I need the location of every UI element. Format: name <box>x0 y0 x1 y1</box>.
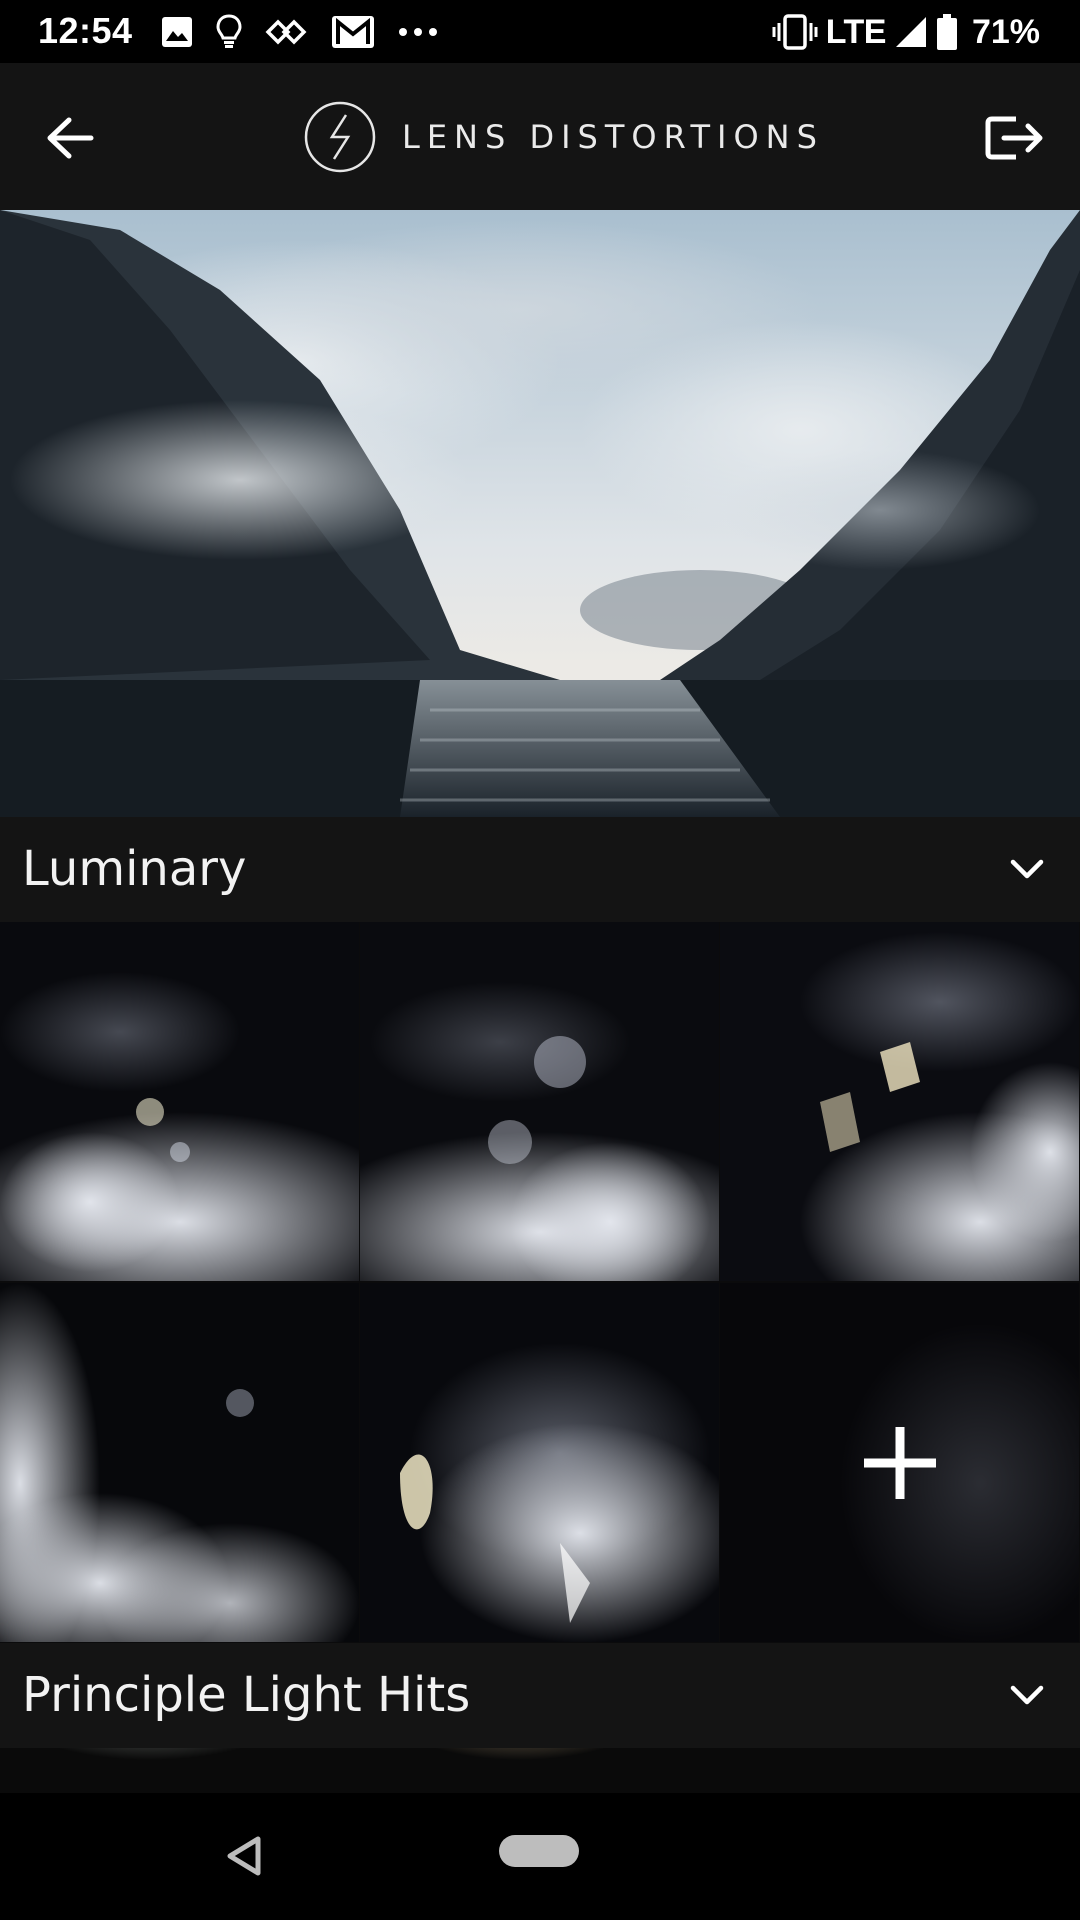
back-button[interactable] <box>40 108 100 168</box>
effect-tile[interactable] <box>0 922 359 1281</box>
section-title: Principle Light Hits <box>22 1667 471 1723</box>
gmail-icon <box>332 16 374 48</box>
vibrate-icon <box>772 14 818 50</box>
lightbulb-icon <box>216 14 242 48</box>
effect-tile[interactable] <box>0 1283 359 1642</box>
image-icon <box>162 17 192 47</box>
link-icon <box>265 19 307 45</box>
plus-icon <box>863 1426 936 1499</box>
section-header-principle-light-hits[interactable]: Principle Light Hits <box>0 1643 1080 1748</box>
effects-grid-peek <box>0 1748 1080 1793</box>
effect-preview <box>0 1283 359 1642</box>
status-bar: 12:54 LTE 71% <box>0 0 1080 63</box>
system-nav-bar <box>0 1793 1080 1920</box>
arrow-left-icon <box>47 117 94 159</box>
effect-tile[interactable] <box>360 922 719 1281</box>
preview-image[interactable] <box>0 210 1080 817</box>
effect-preview <box>720 922 1079 1281</box>
chevron-down-icon[interactable] <box>1004 847 1050 893</box>
home-pill[interactable] <box>499 1835 579 1867</box>
network-type: LTE <box>825 12 887 51</box>
export-icon <box>985 116 1043 160</box>
battery-icon <box>936 14 957 50</box>
section-header-luminary[interactable]: Luminary <box>0 817 1080 922</box>
effect-preview <box>0 922 359 1281</box>
battery-percent: 71% <box>971 12 1040 51</box>
status-right: LTE 71% <box>772 10 1040 54</box>
nav-back-icon[interactable] <box>220 1831 270 1881</box>
export-button[interactable] <box>980 105 1050 171</box>
effect-tile[interactable] <box>720 922 1079 1281</box>
app-title: LENS DISTORTIONS <box>402 118 824 156</box>
effect-preview <box>360 922 719 1281</box>
effect-preview <box>0 1748 1080 1793</box>
lens-distortions-logo-icon <box>304 101 376 173</box>
app-bar: LENS DISTORTIONS <box>0 63 1080 210</box>
effects-grid <box>0 922 1080 1643</box>
notification-icons <box>160 12 438 52</box>
fjord-photo <box>0 210 1080 817</box>
section-title: Luminary <box>22 841 247 897</box>
brand: LENS DISTORTIONS <box>304 101 824 173</box>
effect-tile[interactable] <box>360 1283 719 1642</box>
status-time: 12:54 <box>38 10 133 51</box>
signal-icon <box>895 17 926 47</box>
more-dots-icon <box>399 28 437 36</box>
chevron-down-icon[interactable] <box>1004 1673 1050 1719</box>
effect-preview <box>360 1283 719 1642</box>
add-effect-tile[interactable] <box>720 1283 1079 1642</box>
